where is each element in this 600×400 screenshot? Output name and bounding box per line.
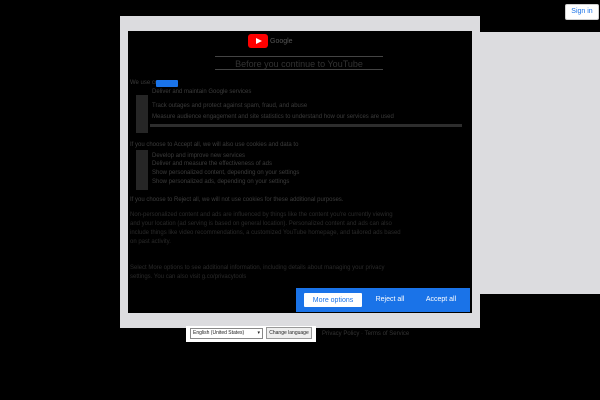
paragraph-2-line-2: settings. You can also visit g.co/privac… [130,274,246,280]
frame-side-panel [480,32,600,294]
paragraph-2-line-1: Select More options to see additional in… [130,265,385,271]
language-select-value: English (United States) [193,330,245,336]
paragraph-1-line-1: Non-personalized content and ads are inf… [130,212,393,218]
bullet-group-a-marker [136,95,148,133]
bullet-b-2: Deliver and measure the effectiveness of… [152,161,272,167]
bullet-a-2: Track outages and protect against spam, … [152,103,308,109]
section-b-text: If you choose to Accept all, we will als… [130,142,299,148]
more-options-button[interactable]: More options [303,292,363,308]
sign-in-button[interactable]: Sign in [565,4,599,20]
paragraph-1-line-3: include things like video recommendation… [130,230,401,236]
bullet-b-1: Develop and improve new services [152,153,246,159]
language-select[interactable]: English (United States) ▾ [190,328,263,339]
section-c-text: If you choose to Reject all, we will not… [130,197,344,203]
paragraph-1-line-4: on past activity. [130,239,171,245]
change-language-button[interactable]: Change language [266,327,312,339]
footer-links[interactable]: Privacy Policy · Terms of Service [322,328,414,340]
dialog-title: Before you continue to YouTube [215,56,383,70]
bullet-b-3: Show personalized content, depending on … [152,170,300,176]
intro-text: We use cookies and data to [130,80,156,86]
reject-all-button[interactable]: Reject all [366,292,414,308]
bullet-a-1: Deliver and maintain Google services [152,89,252,95]
logo-text: Google [270,38,293,45]
bullet-group-b-marker [136,150,148,190]
youtube-play-logo-icon [248,34,268,48]
intro-link[interactable] [156,80,178,87]
divider-a [150,124,462,127]
chevron-down-icon: ▾ [257,330,260,336]
paragraph-1-line-2: and your location (ad serving is based o… [130,221,392,227]
accept-all-button[interactable]: Accept all [416,292,466,308]
bullet-a-3: Measure audience engagement and site sta… [152,114,394,120]
bullet-b-4: Show personalized ads, depending on your… [152,179,290,185]
